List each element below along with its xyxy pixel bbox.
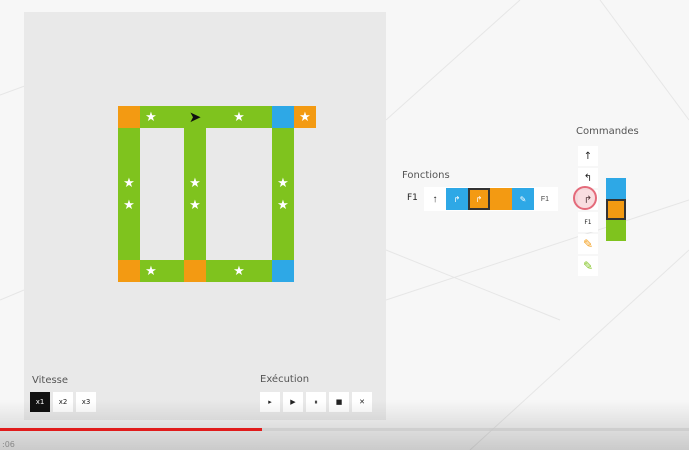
- f1-slot-5[interactable]: ✎: [512, 188, 534, 210]
- star-icon: ★: [277, 175, 289, 191]
- cmd-forward[interactable]: ↑: [578, 146, 598, 166]
- f1-call-icon: F1: [584, 218, 592, 226]
- board-tile: [184, 260, 206, 282]
- star-icon: ★: [145, 263, 157, 279]
- arrow-up-icon: ↑: [583, 150, 593, 162]
- video-overlay: [0, 400, 689, 450]
- board-tile: [250, 260, 272, 282]
- f1-call-icon: F1: [540, 195, 550, 203]
- star-icon: ★: [299, 109, 311, 125]
- robot-arrow-icon: ➤: [188, 107, 202, 126]
- f1-slot-6[interactable]: F1: [534, 188, 556, 210]
- star-icon: ★: [189, 175, 201, 191]
- board-tile: [184, 238, 206, 260]
- board-tile: [118, 260, 140, 282]
- pencil-icon: ✎: [519, 194, 527, 204]
- f1-slot-4[interactable]: [490, 188, 512, 210]
- board-tile: [184, 150, 206, 172]
- star-icon: ★: [233, 109, 245, 125]
- board-tile: [272, 216, 294, 238]
- board-tile: [206, 106, 228, 128]
- robot-arrow-tile: ➤: [184, 106, 206, 128]
- f1-slot-3[interactable]: ↱: [468, 188, 490, 210]
- board-tile: [118, 106, 140, 128]
- star-tile: ★: [228, 260, 250, 282]
- board-tile: [206, 260, 228, 282]
- game-panel: ★➤★★★★★★★★★★ Vitesse x1x2x3 Exécution ▸▶…: [24, 12, 386, 420]
- board-tile: [118, 238, 140, 260]
- execution-label: Exécution: [260, 374, 310, 385]
- board-tile: [184, 128, 206, 150]
- turn-left-icon: ↰: [583, 172, 593, 184]
- f1-function-slots: ↑ ↱ ↱ ✎ F1: [424, 187, 558, 211]
- video-progress-fill: [0, 428, 262, 431]
- arrow-up-icon: ↑: [432, 193, 438, 205]
- pencil-green-icon: ✎: [582, 259, 594, 273]
- video-progress-bar[interactable]: [0, 428, 689, 431]
- f1-label: F1: [407, 193, 418, 203]
- star-tile: ★: [118, 194, 140, 216]
- commands-palette: ↑ ↰ ↱ F1 ✎ ✎: [578, 146, 598, 276]
- board-tile: [184, 216, 206, 238]
- cmd-paint-orange[interactable]: ✎: [578, 234, 598, 254]
- board-tile: [272, 238, 294, 260]
- star-icon: ★: [123, 175, 135, 191]
- star-icon: ★: [145, 109, 157, 125]
- star-tile: ★: [272, 172, 294, 194]
- star-icon: ★: [233, 263, 245, 279]
- f1-slot-1[interactable]: ↑: [424, 188, 446, 210]
- board-tile: [162, 260, 184, 282]
- star-tile: ★: [118, 172, 140, 194]
- pencil-orange-icon: ✎: [582, 237, 594, 251]
- star-icon: ★: [123, 197, 135, 213]
- star-tile: ★: [294, 106, 316, 128]
- condition-color-blue[interactable]: [606, 178, 626, 199]
- condition-color-orange[interactable]: [606, 199, 626, 220]
- star-tile: ★: [140, 106, 162, 128]
- board-tile: [118, 216, 140, 238]
- cmd-turn-left[interactable]: ↰: [578, 168, 598, 188]
- board-tile: [272, 106, 294, 128]
- board-tile: [118, 128, 140, 150]
- board-tile: [272, 128, 294, 150]
- condition-color-palette: [606, 178, 626, 241]
- cmd-paint-green[interactable]: ✎: [578, 256, 598, 276]
- star-tile: ★: [228, 106, 250, 128]
- video-time: :06: [2, 440, 15, 449]
- star-tile: ★: [184, 194, 206, 216]
- star-tile: ★: [272, 194, 294, 216]
- f1-slot-2[interactable]: ↱: [446, 188, 468, 210]
- board-tile: [118, 150, 140, 172]
- turn-right-icon: ↱: [475, 194, 483, 204]
- functions-label: Fonctions: [402, 170, 450, 181]
- condition-color-green[interactable]: [606, 220, 626, 241]
- mouse-cursor-highlight: [573, 186, 597, 210]
- star-icon: ★: [277, 197, 289, 213]
- board-tile: [250, 106, 272, 128]
- star-tile: ★: [184, 172, 206, 194]
- cmd-f1[interactable]: F1: [578, 212, 598, 232]
- turn-right-icon: ↱: [453, 194, 461, 204]
- game-board: ★ ➤ ★ ★ ★ ★ ★ ★ ★ ★ ★ ★: [118, 106, 316, 282]
- board-tile: [272, 260, 294, 282]
- star-icon: ★: [189, 197, 201, 213]
- speed-label: Vitesse: [32, 375, 69, 386]
- star-tile: ★: [140, 260, 162, 282]
- commands-label: Commandes: [576, 126, 639, 137]
- board-tile: [272, 150, 294, 172]
- board-tile: [162, 106, 184, 128]
